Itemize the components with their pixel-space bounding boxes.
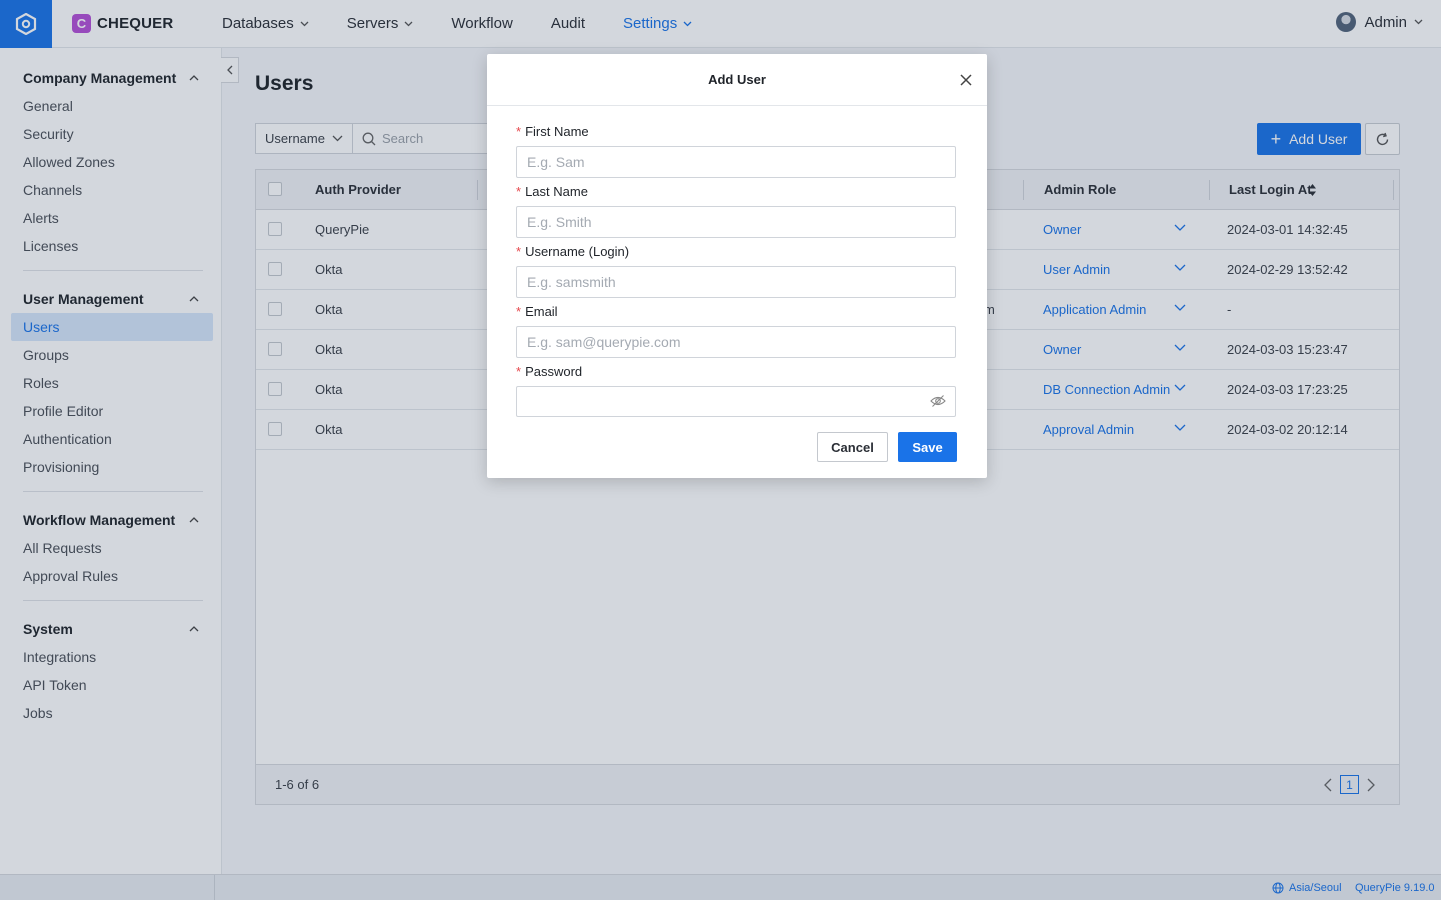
required-mark: * — [516, 124, 522, 139]
password-input[interactable] — [516, 386, 956, 417]
last-name-field: * Last Name — [516, 184, 956, 238]
field-label: * Last Name — [516, 184, 956, 202]
field-label: * Username (Login) — [516, 244, 956, 262]
label-text: Username (Login) — [525, 244, 630, 259]
label-text: First Name — [525, 124, 589, 139]
close-icon[interactable] — [959, 73, 973, 87]
password-field: * Password — [516, 364, 956, 417]
label-text: Email — [525, 304, 558, 319]
username-field: * Username (Login) — [516, 244, 956, 298]
field-label: * Email — [516, 304, 956, 322]
eye-off-icon[interactable] — [930, 394, 946, 408]
username-input[interactable] — [516, 266, 956, 298]
first-name-input[interactable] — [516, 146, 956, 178]
password-wrapper — [516, 386, 956, 417]
dialog-title: Add User — [708, 72, 766, 87]
first-name-field: * First Name — [516, 124, 956, 178]
required-mark: * — [516, 184, 522, 199]
label-text: Password — [525, 364, 583, 379]
email-field: * Email — [516, 304, 956, 358]
last-name-input[interactable] — [516, 206, 956, 238]
field-label: * First Name — [516, 124, 956, 142]
required-mark: * — [516, 364, 522, 379]
add-user-dialog: Add User *First Name *Last Name *Usernam… — [487, 54, 987, 478]
dialog-header: Add User — [487, 54, 987, 106]
required-mark: * — [516, 304, 522, 319]
field-label: * Password — [516, 364, 956, 382]
cancel-button[interactable]: Cancel — [817, 432, 888, 462]
save-button[interactable]: Save — [898, 432, 957, 462]
label-text: Last Name — [525, 184, 588, 199]
email-input[interactable] — [516, 326, 956, 358]
required-mark: * — [516, 244, 522, 259]
